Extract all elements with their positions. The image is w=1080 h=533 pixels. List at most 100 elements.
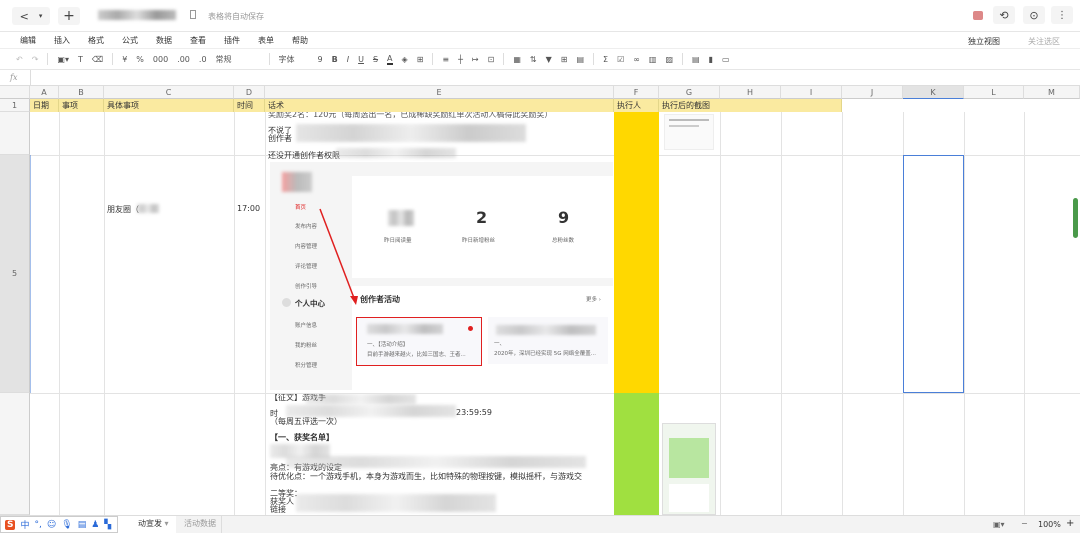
checkbox-icon[interactable]: ☑ <box>617 55 624 64</box>
column-header-f[interactable]: F <box>614 86 659 99</box>
selected-cell-k5[interactable] <box>903 155 964 393</box>
sheet-tab[interactable]: 活动数据 <box>178 516 222 533</box>
avatar[interactable] <box>973 11 983 20</box>
pivot-icon[interactable]: ▤ <box>692 55 700 64</box>
column-header-l[interactable]: L <box>964 86 1024 99</box>
column-header-c[interactable]: C <box>104 86 234 99</box>
table-icon[interactable]: ⊞ <box>561 55 568 64</box>
column-header-k[interactable]: K <box>903 86 964 99</box>
cell-e5[interactable]: 奖励奖2名：120元（每周选出一名，已成稀缺奖励红单次活动人稿得此奖励奖） 不说… <box>266 112 613 393</box>
menu-edit[interactable]: 编辑 <box>20 35 36 46</box>
image-icon[interactable]: ▨ <box>665 55 673 64</box>
link-icon[interactable]: ∞ <box>633 55 640 64</box>
focus-selection-button[interactable]: 关注选区 <box>1028 36 1060 47</box>
bookmark-icon[interactable] <box>190 10 196 19</box>
back-button[interactable]: < ▾ <box>12 7 50 25</box>
cell-f1[interactable]: 执行人 <box>614 99 659 112</box>
vertical-align-icon[interactable]: ┼ <box>458 55 463 64</box>
sheet-tab-active[interactable]: 动宣发 ▾ <box>118 516 176 533</box>
comment-icon[interactable]: ▭ <box>722 55 730 64</box>
select-all-corner[interactable] <box>0 86 30 99</box>
number-format-select[interactable]: 常规 <box>216 54 260 65</box>
lock-icon[interactable]: ▮ <box>709 55 713 64</box>
cell-e1[interactable]: 话术 <box>265 99 614 112</box>
sort-icon[interactable]: ⇅ <box>530 55 537 64</box>
clear-format-icon[interactable]: ⌫ <box>92 55 103 64</box>
zoom-level[interactable]: 100% <box>1038 520 1061 529</box>
vertical-scrollbar[interactable] <box>1073 198 1078 238</box>
thousand-separator-button[interactable]: 000 <box>153 55 168 64</box>
column-header-i[interactable]: I <box>781 86 842 99</box>
cell-b1[interactable]: 事项 <box>59 99 104 112</box>
column-header-b[interactable]: B <box>59 86 104 99</box>
ime-language[interactable]: 中 <box>20 518 29 531</box>
menu-insert[interactable]: 插入 <box>54 35 70 46</box>
align-icon[interactable]: ≡ <box>442 55 449 64</box>
menu-view[interactable]: 查看 <box>190 35 206 46</box>
cell-d5[interactable]: 17:00 <box>237 204 260 213</box>
filter-icon[interactable]: ▼ <box>546 55 552 64</box>
decrease-decimal-button[interactable]: .0 <box>199 55 207 64</box>
cell-c1[interactable]: 具体事项 <box>104 99 234 112</box>
cell-e6[interactable]: 【征文】游戏手 时 23:59:59 （每周五评选一次） 【一、获奖名单】 亮点… <box>266 394 613 515</box>
row-header-1[interactable]: 1 <box>0 99 30 112</box>
menu-format[interactable]: 格式 <box>88 35 104 46</box>
border-icon[interactable]: ⊞ <box>417 55 424 64</box>
emoji-icon[interactable]: ☺ <box>47 520 56 530</box>
menu-plugins[interactable]: 插件 <box>224 35 240 46</box>
column-header-g[interactable]: G <box>659 86 720 99</box>
cell-f5[interactable] <box>614 112 659 393</box>
row-header-5[interactable]: 5 <box>0 155 30 393</box>
screenshot-thumbnail[interactable] <box>664 114 714 150</box>
paste-icon[interactable]: ▣▾ <box>57 55 69 64</box>
font-select[interactable]: 字体 <box>279 54 309 65</box>
undo-icon[interactable]: ↶ <box>16 55 23 64</box>
keyboard-icon[interactable]: ▤ <box>78 520 87 530</box>
strikethrough-button[interactable]: S <box>373 55 378 64</box>
redo-icon[interactable]: ↷ <box>32 55 39 64</box>
cell-f6[interactable] <box>614 393 659 515</box>
column-header-d[interactable]: D <box>234 86 265 99</box>
currency-button[interactable]: ¥ <box>122 55 127 64</box>
present-button[interactable]: ⊙ <box>1023 6 1045 24</box>
row-header[interactable] <box>0 112 30 155</box>
fill-color-icon[interactable]: ◈ <box>402 55 408 64</box>
sheet-view-icon[interactable]: ▣▾ <box>993 520 1005 529</box>
chart-icon[interactable]: ▥ <box>649 55 657 64</box>
font-color-button[interactable]: A <box>387 54 393 65</box>
sum-button[interactable]: Σ <box>603 55 608 64</box>
toolbox-icon[interactable]: ▚ <box>104 520 111 530</box>
column-header-h[interactable]: H <box>720 86 781 99</box>
standalone-view-button[interactable]: 独立视图 <box>968 36 1000 47</box>
wrap-icon[interactable]: ↦ <box>472 55 479 64</box>
column-header-m[interactable]: M <box>1024 86 1080 99</box>
menu-help[interactable]: 帮助 <box>292 35 308 46</box>
freeze-icon[interactable]: ▦ <box>513 55 521 64</box>
column-header-j[interactable]: J <box>842 86 903 99</box>
new-tab-button[interactable]: + <box>58 7 80 25</box>
cell-a1[interactable]: 日期 <box>30 99 59 112</box>
merge-icon[interactable]: ⊡ <box>488 55 495 64</box>
column-header-e[interactable]: E <box>265 86 614 99</box>
underline-button[interactable]: U <box>358 55 364 64</box>
cell-c5[interactable]: 朋友圈（ <box>107 204 139 215</box>
menu-data[interactable]: 数据 <box>156 35 172 46</box>
history-button[interactable]: ⟲ <box>993 6 1015 24</box>
percent-button[interactable]: % <box>136 55 144 64</box>
italic-button[interactable]: I <box>347 55 349 64</box>
screenshot-thumbnail[interactable] <box>662 423 716 515</box>
skin-icon[interactable]: ♟ <box>91 520 99 530</box>
menu-form[interactable]: 表单 <box>258 35 274 46</box>
zoom-out-button[interactable]: − <box>1021 519 1028 528</box>
zoom-in-button[interactable]: + <box>1066 518 1074 529</box>
font-size-select[interactable]: 9 <box>318 55 323 64</box>
row-header[interactable] <box>0 393 30 515</box>
condition-format-icon[interactable]: ▤ <box>576 55 584 64</box>
increase-decimal-button[interactable]: .00 <box>177 55 190 64</box>
menu-formula[interactable]: 公式 <box>122 35 138 46</box>
microphone-icon[interactable]: 🎙 <box>61 520 72 530</box>
bold-button[interactable]: B <box>332 55 338 64</box>
more-button[interactable]: ⋮ <box>1051 6 1073 24</box>
cell-d1[interactable]: 时间 <box>234 99 265 112</box>
ime-punctuation[interactable]: °, <box>35 520 42 530</box>
